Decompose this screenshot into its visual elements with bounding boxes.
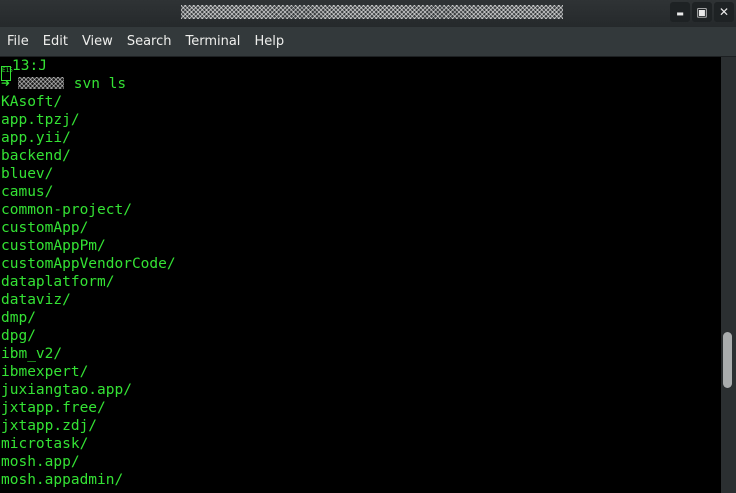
- output-line: common-project/: [1, 202, 132, 218]
- username-redacted: [17, 77, 64, 89]
- output-line: camus/: [1, 184, 54, 200]
- terminal-output-area[interactable]: E1513:J ➜ svn ls KAsoft/app.tpzj/app.yii/…: [0, 57, 721, 493]
- terminal-window: ▬ ▣ ✕ File Edit View Search Terminal Hel…: [0, 0, 736, 493]
- menu-edit[interactable]: Edit: [36, 27, 75, 56]
- command-text: svn ls: [73, 76, 127, 92]
- output-line: customAppPm/: [1, 238, 106, 254]
- output-line: ibmexpert/: [1, 364, 89, 380]
- output-line: dataplatform/: [1, 274, 115, 290]
- menu-view[interactable]: View: [75, 27, 120, 56]
- minimize-icon: ▬: [676, 9, 684, 18]
- output-line: app.tpzj/: [1, 112, 80, 128]
- prompt-tag-text: 13:J: [12, 58, 47, 74]
- command-line: ➜ svn ls: [1, 75, 126, 93]
- title-bar[interactable]: ▬ ▣ ✕: [0, 0, 736, 27]
- output-line: customAppVendorCode/: [1, 256, 176, 272]
- terminal-scrollbar[interactable]: [721, 57, 736, 493]
- output-line: app.yii/: [1, 130, 71, 146]
- menu-terminal[interactable]: Terminal: [178, 27, 247, 56]
- close-icon: ✕: [718, 5, 730, 19]
- output-line: ibm_v2/: [1, 346, 63, 362]
- maximize-icon: ▣: [696, 5, 708, 19]
- menu-file[interactable]: File: [0, 27, 36, 56]
- output-line: bluev/: [1, 166, 54, 182]
- output-line: backend/: [1, 148, 71, 164]
- output-line: dpg/: [1, 328, 36, 344]
- output-line: KAsoft/: [1, 94, 63, 110]
- menu-search[interactable]: Search: [120, 27, 179, 56]
- output-line: jxtapp.free/: [1, 400, 106, 416]
- close-button[interactable]: ✕: [714, 2, 734, 22]
- menu-bar: File Edit View Search Terminal Help: [0, 27, 736, 57]
- output-line: dataviz/: [1, 292, 71, 308]
- output-line: customApp/: [1, 220, 89, 236]
- output-line: jxtapp.zdj/: [1, 418, 98, 434]
- prompt-info-line: E1513:J: [1, 57, 47, 81]
- maximize-button[interactable]: ▣: [692, 2, 712, 22]
- output-line: juxiangtao.app/: [1, 382, 132, 398]
- minimize-button[interactable]: ▬: [670, 2, 690, 22]
- scrollbar-thumb[interactable]: [723, 332, 732, 388]
- window-title-redacted: [181, 5, 563, 19]
- output-line: mosh.appadmin/: [1, 472, 124, 488]
- output-line: dmp/: [1, 310, 36, 326]
- output-line: microtask/: [1, 436, 89, 452]
- prompt-arrow-icon: ➜: [1, 76, 10, 92]
- menu-help[interactable]: Help: [247, 27, 291, 56]
- window-controls: ▬ ▣ ✕: [670, 2, 734, 22]
- output-line: mosh.app/: [1, 454, 80, 470]
